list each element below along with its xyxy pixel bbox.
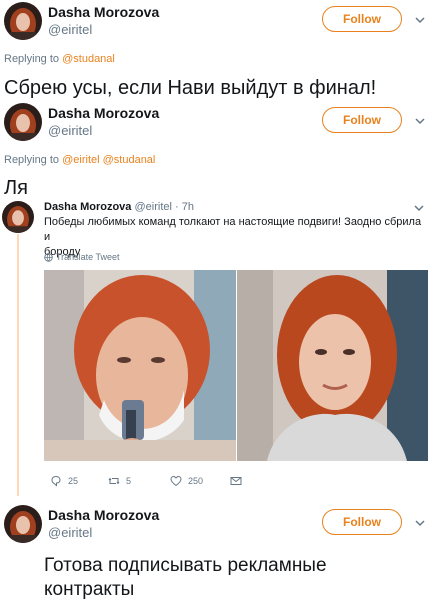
tweet-text-line: Победы любимых команд толкают на настоящ… — [44, 216, 422, 243]
follow-button[interactable]: Follow — [322, 107, 402, 133]
retweet-action[interactable]: 5 — [108, 475, 131, 487]
avatar[interactable] — [4, 2, 42, 40]
avatar[interactable] — [4, 505, 42, 543]
author-name[interactable]: Dasha Morozova — [44, 201, 131, 213]
chevron-down-icon[interactable] — [413, 114, 427, 128]
reply-action[interactable]: 25 — [50, 475, 78, 487]
retweet-count: 5 — [126, 476, 132, 486]
tweet-photo[interactable] — [44, 270, 236, 461]
like-action[interactable]: 250 — [170, 475, 203, 487]
reply-count: 25 — [68, 476, 79, 486]
author-name[interactable]: Dasha Morozova — [48, 4, 159, 20]
dm-action[interactable] — [230, 475, 242, 487]
retweet-icon — [108, 477, 120, 485]
replying-to-label: Replying to — [4, 154, 60, 166]
follow-button[interactable]: Follow — [322, 6, 402, 32]
globe-icon — [44, 252, 53, 262]
translate-tweet[interactable]: Translate Tweet — [44, 252, 120, 262]
author-name[interactable]: Dasha Morozova — [48, 507, 159, 523]
replying-to: Replying to @eiritel @studanal — [4, 154, 155, 166]
replying-to-label: Replying to — [4, 53, 60, 65]
tweet-photo[interactable] — [237, 270, 428, 461]
thread-connector — [17, 234, 19, 496]
author-handle[interactable]: @eiritel — [48, 525, 92, 540]
mention-link[interactable]: @studanal — [62, 53, 115, 65]
translate-label[interactable]: Translate Tweet — [56, 252, 120, 262]
tweet-text-line: Готова подписывать рекламные — [44, 555, 327, 576]
author-meta: @eiritel · 7h — [134, 201, 194, 213]
tweet-text: Ля — [4, 177, 28, 199]
mention-link[interactable]: @eiritel @studanal — [62, 154, 155, 166]
follow-button[interactable]: Follow — [322, 509, 402, 535]
replying-to: Replying to @studanal — [4, 53, 115, 65]
author-name[interactable]: Dasha Morozova — [48, 105, 159, 121]
tweet-text: Сбрею усы, если Нави выйдут в финал! — [4, 77, 377, 99]
like-count: 250 — [188, 476, 204, 486]
avatar[interactable] — [2, 201, 34, 233]
chevron-down-icon[interactable] — [413, 516, 427, 530]
tweet-text: Готова подписывать рекламные контракты — [44, 554, 327, 602]
chevron-down-icon[interactable] — [412, 201, 426, 215]
tweet-text-line: контракты — [44, 579, 135, 600]
author-handle[interactable]: @eiritel — [48, 123, 92, 138]
author-handle[interactable]: @eiritel — [48, 22, 92, 37]
avatar[interactable] — [4, 103, 42, 141]
reply-icon — [51, 475, 61, 487]
chevron-down-icon[interactable] — [413, 13, 427, 27]
dm-icon — [230, 477, 242, 485]
quoted-header: Dasha Morozova @eiritel · 7h — [44, 201, 194, 213]
like-icon — [170, 475, 182, 487]
